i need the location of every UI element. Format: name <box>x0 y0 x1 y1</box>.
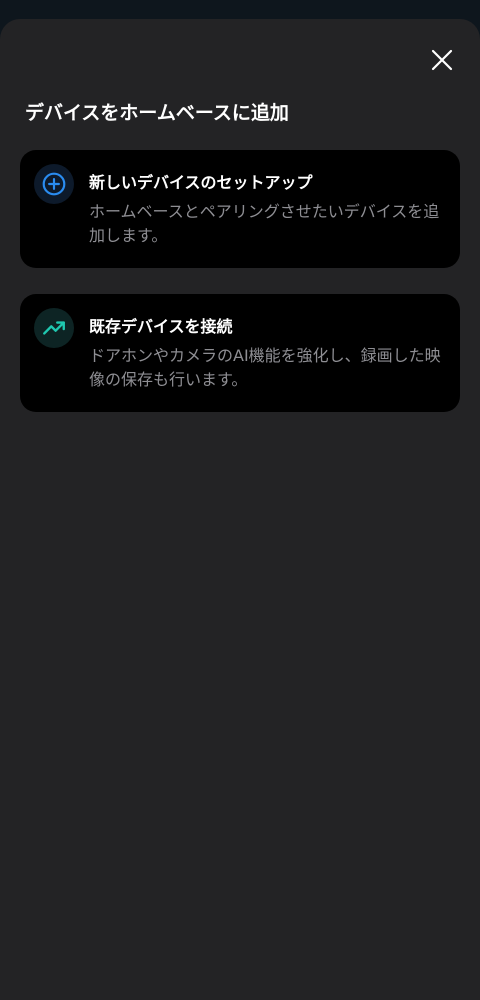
option-description: ドアホンやカメラのAI機能を強化し、録画した映像の保存も行います。 <box>89 346 441 389</box>
close-button[interactable] <box>424 42 460 78</box>
new-device-setup-option[interactable]: 新しいデバイスのセットアップ ホームベースとペアリングさせたいデバイスを追加しま… <box>20 150 460 268</box>
bottom-sheet: デバイスをホームベースに追加 新しいデバイスのセットアップ ホームベースとペアリ… <box>0 19 480 1000</box>
connect-existing-device-option[interactable]: 既存デバイスを接続 ドアホンやカメラのAI機能を強化し、録画した映像の保存も行い… <box>20 294 460 412</box>
trending-up-icon <box>34 308 74 348</box>
option-title: 新しいデバイスのセットアップ <box>89 173 313 192</box>
option-title: 既存デバイスを接続 <box>89 317 233 336</box>
sheet-title: デバイスをホームベースに追加 <box>25 102 289 124</box>
add-circle-icon <box>34 164 74 204</box>
close-icon <box>431 49 453 71</box>
option-description: ホームベースとペアリングさせたいデバイスを追加します。 <box>89 202 440 245</box>
